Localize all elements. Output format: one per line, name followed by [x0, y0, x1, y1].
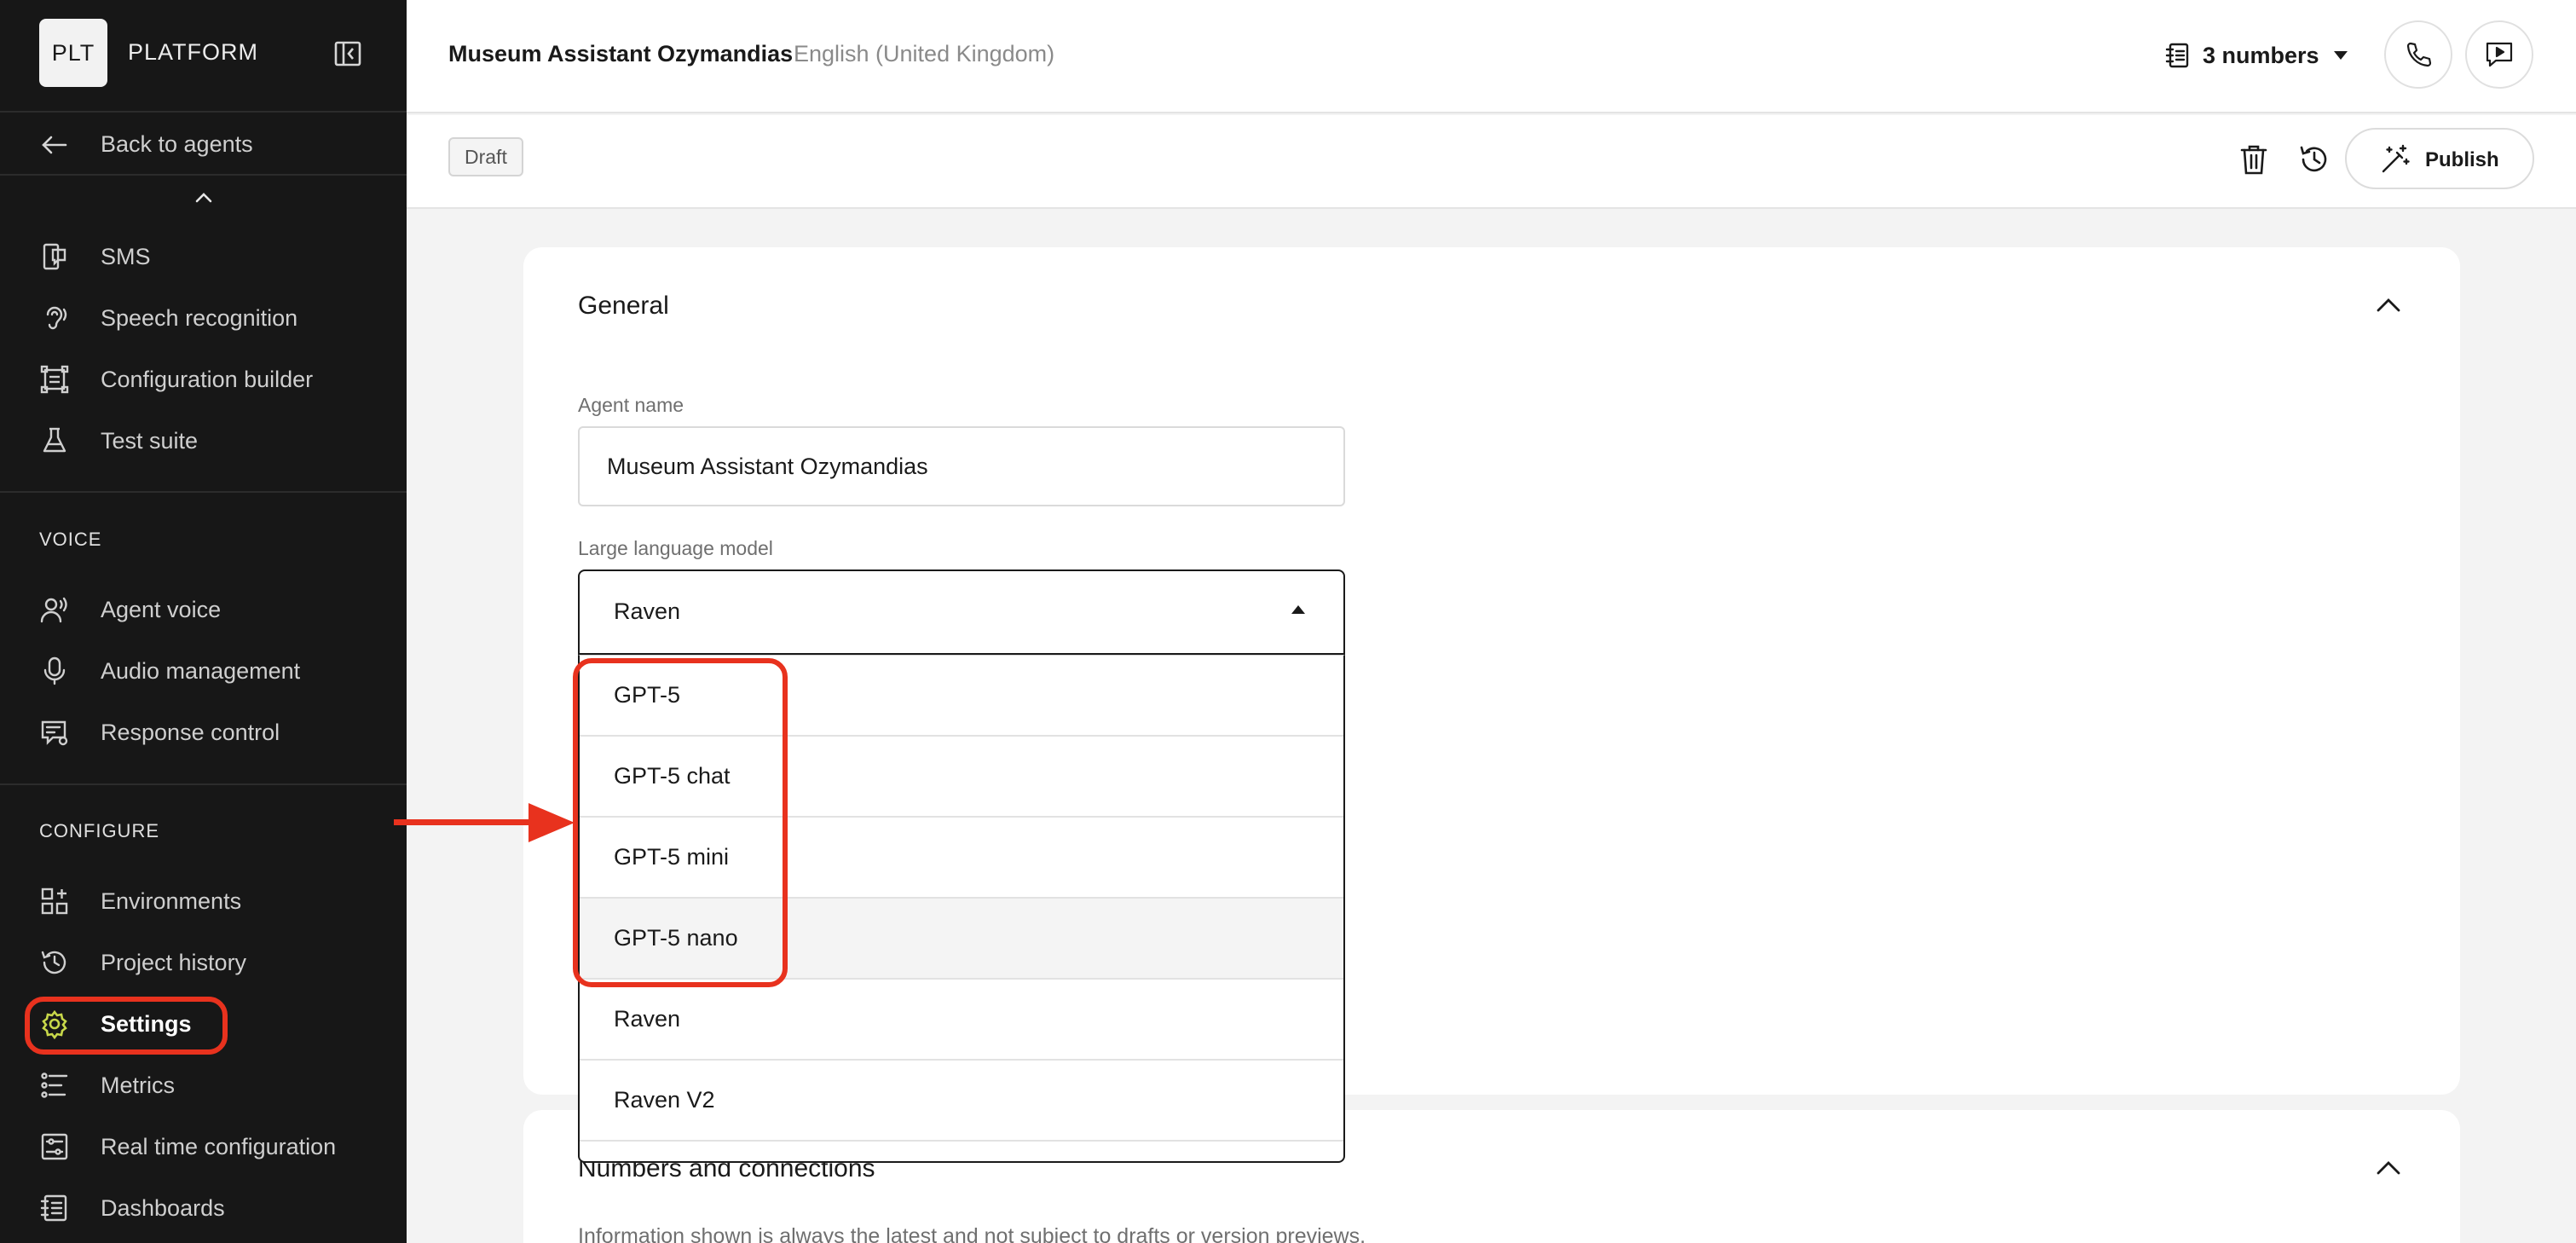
chat-preview-button[interactable]	[2465, 20, 2533, 89]
sidebar-divider	[0, 783, 407, 785]
numbers-list-icon	[2165, 43, 2189, 68]
llm-selected-value: Raven	[614, 598, 681, 624]
numbers-dropdown-button[interactable]: 3 numbers	[2165, 34, 2350, 77]
section-label-voice: VOICE	[39, 529, 102, 550]
sidebar-header: PLT PLATFORM	[0, 0, 407, 113]
sidebar-item-label: Real time configuration	[101, 1134, 337, 1159]
chevron-up-icon[interactable]	[2371, 288, 2406, 322]
back-to-agents-label: Back to agents	[101, 131, 253, 157]
agent-language: English (United Kingdom)	[794, 41, 1055, 66]
sidebar-item-response-control[interactable]: Response control	[0, 705, 407, 760]
option-label: Raven	[614, 1006, 681, 1032]
publish-label: Publish	[2425, 148, 2499, 171]
llm-option-raven-v2[interactable]: Raven V2	[580, 1061, 1343, 1142]
phone-icon	[2406, 42, 2432, 67]
environments-icon	[41, 887, 68, 915]
sidebar-item-label: Response control	[101, 720, 280, 745]
ear-icon	[46, 306, 67, 330]
version-history-icon[interactable]	[2297, 142, 2331, 176]
builder-icon	[40, 365, 69, 394]
option-label: Raven V2	[614, 1087, 715, 1113]
numbers-count-label: 3 numbers	[2203, 42, 2319, 68]
scroll-up-icon[interactable]	[192, 188, 216, 208]
sliders-icon	[41, 1133, 68, 1160]
sidebar-item-environments[interactable]: Environments	[0, 874, 407, 928]
status-badge: Draft	[448, 137, 523, 176]
editor-toolbar: Draft Publish	[407, 115, 2576, 209]
top-header: Museum Assistant Ozymandias English (Uni…	[407, 0, 2576, 113]
sidebar-item-sms[interactable]: SMS	[0, 229, 407, 284]
history-icon	[41, 951, 66, 974]
arrow-left-icon	[42, 136, 67, 154]
sidebar-item-label: Configuration builder	[101, 367, 314, 392]
sidebar-item-label: Agent voice	[101, 597, 222, 622]
sidebar-item-label: Audio management	[101, 658, 301, 684]
llm-option-raven[interactable]: Raven	[580, 980, 1343, 1061]
sidebar-item-speech-recognition[interactable]: Speech recognition	[0, 291, 407, 345]
sidebar-item-label: Test suite	[101, 428, 199, 454]
metrics-icon	[41, 1072, 68, 1098]
publish-button[interactable]: Publish	[2345, 128, 2534, 189]
flask-icon	[43, 427, 66, 453]
sidebar-item-label: Speech recognition	[101, 305, 298, 331]
brand-name: PLATFORM	[128, 39, 259, 65]
sidebar-item-metrics[interactable]: Metrics	[0, 1058, 407, 1113]
chevron-up-icon[interactable]	[2371, 1151, 2406, 1185]
sidebar-item-configuration-builder[interactable]: Configuration builder	[0, 352, 407, 407]
trash-icon[interactable]	[2237, 142, 2271, 176]
response-control-icon	[41, 720, 68, 746]
llm-label: Large language model	[578, 537, 773, 559]
sms-icon	[43, 243, 66, 270]
call-button[interactable]	[2384, 20, 2452, 89]
sidebar-item-project-history[interactable]: Project history	[0, 935, 407, 990]
sidebar-divider	[0, 491, 407, 493]
person-voice-icon	[40, 597, 67, 623]
agent-name-label: Agent name	[578, 394, 684, 416]
numbers-helper-text: Information shown is always the latest a…	[578, 1224, 1366, 1243]
general-section-title: General	[578, 292, 669, 320]
magic-wand-icon	[2382, 144, 2410, 173]
back-to-agents-link[interactable]: Back to agents	[0, 114, 407, 176]
sidebar-item-agent-voice[interactable]: Agent voice	[0, 582, 407, 637]
sidebar-item-test-suite[interactable]: Test suite	[0, 413, 407, 468]
microphone-icon	[43, 656, 66, 685]
gpt-options-annotation-highlight	[573, 658, 788, 987]
sidebar-item-label: Project history	[101, 950, 247, 975]
llm-select[interactable]: Raven	[578, 569, 1345, 655]
sidebar-item-label: SMS	[101, 244, 151, 269]
sidebar-item-dashboards[interactable]: Dashboards	[0, 1181, 407, 1235]
agent-title: Museum Assistant Ozymandias	[448, 41, 794, 66]
section-label-configure: CONFIGURE	[39, 820, 159, 841]
caret-up-icon	[1291, 605, 1305, 614]
chat-play-icon	[2486, 42, 2513, 67]
sidebar: PLT PLATFORM Back to agents SMS Speech r…	[0, 0, 407, 1243]
collapse-sidebar-icon[interactable]	[332, 38, 363, 69]
settings-annotation-highlight	[25, 997, 228, 1055]
caret-down-icon	[2333, 51, 2348, 60]
sidebar-item-real-time-configuration[interactable]: Real time configuration	[0, 1119, 407, 1174]
sidebar-item-label: Dashboards	[101, 1195, 225, 1221]
annotation-arrow-icon	[394, 803, 575, 842]
sidebar-item-audio-management[interactable]: Audio management	[0, 644, 407, 698]
sidebar-item-label: Environments	[101, 888, 242, 914]
dashboard-icon	[40, 1194, 67, 1222]
logo[interactable]: PLT	[39, 19, 107, 87]
sidebar-item-label: Metrics	[101, 1072, 175, 1098]
agent-name-input[interactable]	[578, 426, 1345, 506]
